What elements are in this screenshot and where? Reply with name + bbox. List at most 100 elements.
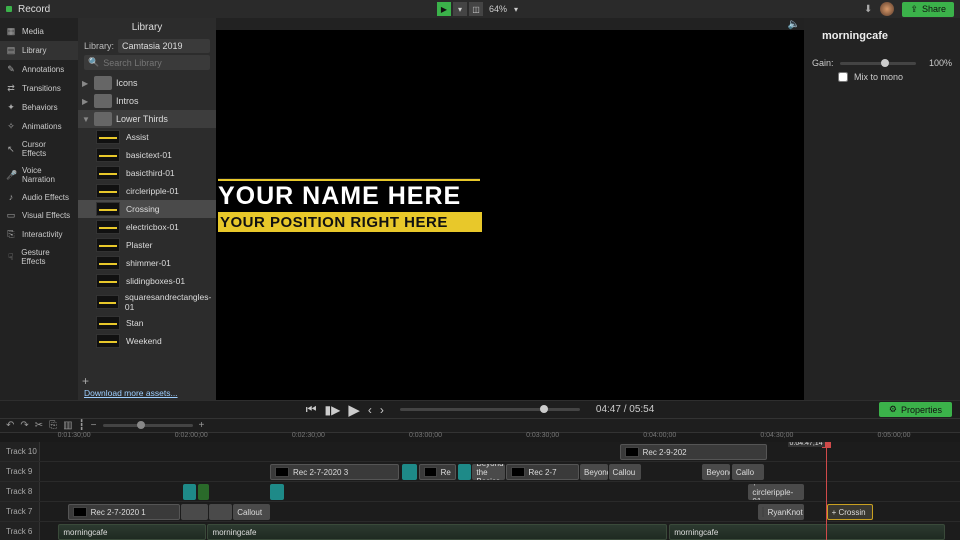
clip[interactable]: Beyond bbox=[580, 464, 608, 480]
record-button[interactable]: Record bbox=[18, 4, 50, 15]
track-lane[interactable]: + circleripple-01 bbox=[40, 482, 960, 501]
canvas-zoom-value[interactable]: 64% bbox=[489, 4, 507, 14]
asset-basicthird-01[interactable]: basicthird-01 bbox=[78, 164, 216, 182]
clip[interactable]: morningcafe bbox=[669, 524, 945, 540]
asset-plaster[interactable]: Plaster bbox=[78, 236, 216, 254]
split-icon[interactable]: ┇ bbox=[79, 420, 85, 431]
preview-canvas[interactable]: YOUR NAME HERE YOUR POSITION RIGHT HERE bbox=[216, 30, 804, 400]
zoom-dropdown-icon[interactable]: ▾ bbox=[509, 2, 523, 16]
track-label[interactable]: Track 7 bbox=[0, 502, 40, 521]
share-button[interactable]: ⇪Share bbox=[902, 2, 954, 17]
crop-mode-icon[interactable]: ◫ bbox=[469, 2, 483, 16]
step-back-button[interactable]: ▮▶ bbox=[325, 403, 341, 417]
cut-icon[interactable]: ✂ bbox=[35, 420, 43, 431]
nav-item-voice-narration[interactable]: 🎤Voice Narration bbox=[0, 162, 78, 188]
edit-mode-icon[interactable]: ▶ bbox=[437, 2, 451, 16]
clip[interactable]: RyanKnot bbox=[758, 504, 804, 520]
clip[interactable] bbox=[181, 504, 209, 520]
clip[interactable]: Rec 2-7 bbox=[506, 464, 580, 480]
folder-icons[interactable]: ▶Icons bbox=[78, 74, 216, 92]
prev-clip-button[interactable]: ⏮ bbox=[306, 402, 317, 417]
clip[interactable]: Callo bbox=[732, 464, 764, 480]
nav-item-cursor-effects[interactable]: ↖Cursor Effects bbox=[0, 136, 78, 162]
nav-item-library[interactable]: ▤Library bbox=[0, 41, 78, 60]
folder-twisty-icon: ▶ bbox=[82, 97, 90, 106]
zoom-out-icon[interactable]: − bbox=[91, 420, 97, 431]
nav-item-audio-effects[interactable]: ♪Audio Effects bbox=[0, 188, 78, 206]
clip[interactable]: Rec 2-9-202 bbox=[620, 444, 767, 460]
clip[interactable] bbox=[270, 484, 284, 500]
asset-crossing[interactable]: Crossing bbox=[78, 200, 216, 218]
next-frame-button[interactable]: › bbox=[380, 403, 384, 417]
asset-squaresandrectangles-01[interactable]: squaresandrectangles-01 bbox=[78, 290, 216, 314]
clip[interactable]: morningcafe bbox=[58, 524, 205, 540]
asset-electricbox-01[interactable]: electricbox-01 bbox=[78, 218, 216, 236]
library-search-input[interactable] bbox=[99, 58, 220, 68]
asset-shimmer-01[interactable]: shimmer-01 bbox=[78, 254, 216, 272]
folder-icon bbox=[94, 112, 112, 126]
clip[interactable]: Rec 2-7-2020 1 bbox=[68, 504, 180, 520]
add-asset-button[interactable]: + bbox=[82, 374, 89, 388]
gain-slider[interactable] bbox=[840, 62, 916, 65]
folder-twisty-icon: ▶ bbox=[82, 79, 90, 88]
clip[interactable]: Beyond bbox=[702, 464, 730, 480]
zoom-in-icon[interactable]: + bbox=[199, 420, 205, 431]
clip[interactable] bbox=[183, 484, 197, 500]
track-label[interactable]: Track 9 bbox=[0, 462, 40, 481]
pan-mode-icon[interactable]: ▾ bbox=[453, 2, 467, 16]
asset-basictext-01[interactable]: basictext-01 bbox=[78, 146, 216, 164]
track-lane[interactable]: Rec 2-7-2020 1 Callout RyanKnot + Crossin bbox=[40, 502, 960, 521]
redo-icon[interactable]: ↷ bbox=[20, 420, 28, 431]
track-lane[interactable]: Rec 2-7-2020 3 Re Beyond the BasicsRec 2-7… bbox=[40, 462, 960, 481]
clip-thumb bbox=[625, 447, 639, 457]
track-label[interactable]: Track 8 bbox=[0, 482, 40, 501]
gain-value: 100% bbox=[922, 58, 952, 68]
clip[interactable]: + Crossin bbox=[827, 504, 873, 520]
paste-icon[interactable]: ▥ bbox=[63, 420, 72, 431]
clip[interactable] bbox=[209, 504, 232, 520]
folder-intros[interactable]: ▶Intros bbox=[78, 92, 216, 110]
asset-stan[interactable]: Stan bbox=[78, 314, 216, 332]
nav-item-media[interactable]: ▦Media bbox=[0, 22, 78, 41]
asset-slidingboxes-01[interactable]: slidingboxes-01 bbox=[78, 272, 216, 290]
nav-item-annotations[interactable]: ✎Annotations bbox=[0, 60, 78, 79]
nav-item-animations[interactable]: ✧Animations bbox=[0, 117, 78, 136]
asset-circleripple-01[interactable]: circleripple-01 bbox=[78, 182, 216, 200]
nav-item-interactivity[interactable]: ⎘Interactivity bbox=[0, 225, 78, 244]
track-lane[interactable]: morningcafemorningcafemorningcafe bbox=[40, 522, 960, 540]
clip[interactable]: Callout bbox=[233, 504, 270, 520]
voice-narration-icon: 🎤 bbox=[6, 170, 16, 181]
nav-item-visual-effects[interactable]: ▭Visual Effects bbox=[0, 206, 78, 225]
clip[interactable] bbox=[198, 484, 209, 500]
clip[interactable]: + circleripple-01 bbox=[748, 484, 803, 500]
clip[interactable]: Callou bbox=[609, 464, 641, 480]
speaker-icon[interactable]: 🔈 bbox=[788, 19, 800, 30]
avatar[interactable] bbox=[880, 2, 894, 16]
clip[interactable]: Re bbox=[419, 464, 456, 480]
track-label[interactable]: Track 6 bbox=[0, 522, 40, 540]
clip[interactable] bbox=[402, 464, 417, 480]
timeline-zoom-slider[interactable] bbox=[103, 424, 193, 427]
nav-item-transitions[interactable]: ⇄Transitions bbox=[0, 79, 78, 98]
track-label[interactable]: Track 10 bbox=[0, 442, 40, 461]
clip[interactable]: Beyond the Basics bbox=[472, 464, 504, 480]
folder-lower-thirds[interactable]: ▼Lower Thirds bbox=[78, 110, 216, 128]
clip[interactable] bbox=[458, 464, 472, 480]
clip[interactable]: Rec 2-7-2020 3 bbox=[270, 464, 399, 480]
prev-frame-button[interactable]: ‹ bbox=[368, 403, 372, 417]
library-select[interactable]: Camtasia 2019 bbox=[118, 39, 210, 53]
clip[interactable]: morningcafe bbox=[207, 524, 667, 540]
play-button[interactable]: ▶ bbox=[348, 401, 360, 419]
undo-icon[interactable]: ↶ bbox=[6, 420, 14, 431]
download-more-link[interactable]: Download more assets... bbox=[78, 386, 216, 400]
nav-item-gesture-effects[interactable]: ☟Gesture Effects bbox=[0, 244, 78, 270]
download-icon[interactable]: ⬇ bbox=[864, 4, 872, 15]
mix-to-mono-checkbox[interactable] bbox=[838, 72, 848, 82]
seek-bar[interactable] bbox=[400, 408, 580, 411]
asset-thumb bbox=[96, 295, 119, 309]
asset-weekend[interactable]: Weekend bbox=[78, 332, 216, 350]
copy-icon[interactable]: ⎘ bbox=[49, 420, 57, 431]
asset-assist[interactable]: Assist bbox=[78, 128, 216, 146]
properties-button[interactable]: ⚙Properties bbox=[879, 402, 952, 417]
nav-item-behaviors[interactable]: ✦Behaviors bbox=[0, 98, 78, 117]
